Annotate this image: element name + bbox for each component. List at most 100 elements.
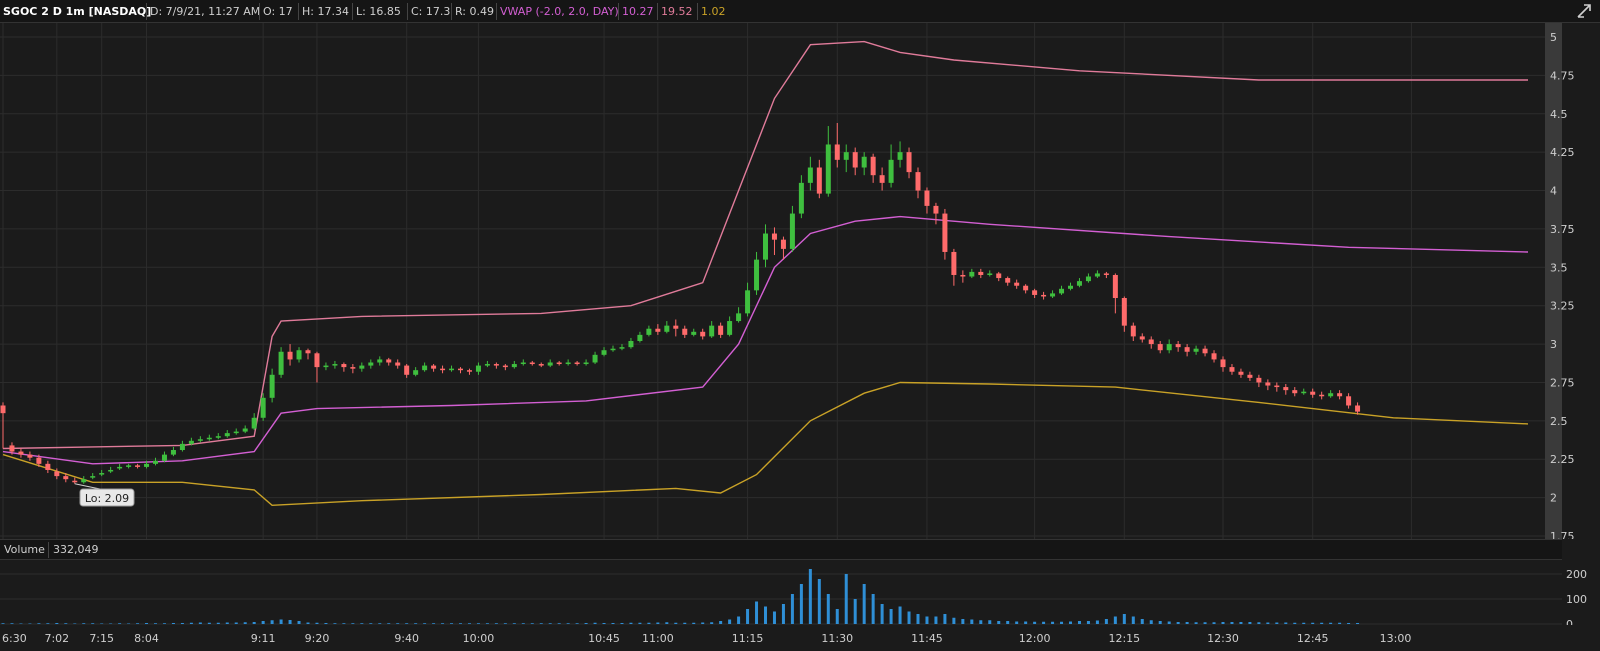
candle-body	[798, 182, 804, 214]
candle-body	[736, 313, 742, 322]
volume-bar	[127, 623, 131, 624]
time-tick-label: 13:00	[1380, 632, 1412, 645]
volume-bar	[557, 623, 561, 624]
volume-bar	[1060, 621, 1064, 624]
symbol-label[interactable]: SGOC 2 D 1m [NASDAQ]	[0, 3, 154, 20]
candle-body	[1130, 325, 1136, 337]
candle-body	[745, 290, 751, 314]
volume-bar	[476, 623, 480, 624]
volume-bar	[360, 623, 364, 624]
candle-body	[269, 374, 275, 398]
volume-bar	[261, 621, 265, 624]
volume-bar	[710, 622, 714, 624]
volume-bar	[1212, 622, 1216, 624]
candle-body	[332, 364, 338, 366]
price-tick-label: 3.25	[1550, 300, 1575, 313]
candle-body	[565, 362, 571, 365]
volume-bar	[450, 623, 454, 624]
candle-body	[1166, 344, 1172, 351]
volume-bar	[252, 622, 256, 624]
volume-bar	[198, 622, 202, 624]
candle-body	[377, 359, 383, 363]
volume-bar	[575, 623, 579, 624]
volume-tick-label: 200	[1566, 568, 1587, 581]
time-tick-label: 11:15	[732, 632, 764, 645]
volume-bar	[109, 623, 113, 624]
volume-chart[interactable]: 200 100 0	[0, 560, 1600, 625]
candle-body	[305, 350, 311, 354]
volume-bar	[602, 623, 606, 624]
volume-bar	[746, 609, 750, 624]
candle-body	[664, 325, 670, 332]
candle-body	[1023, 285, 1029, 291]
volume-bar	[1275, 622, 1279, 624]
volume-bar	[154, 623, 157, 624]
volume-bar	[970, 619, 974, 624]
candle-body	[1050, 293, 1056, 297]
volume-bar	[799, 584, 803, 624]
volume-bar	[1051, 621, 1055, 624]
candle-body	[538, 364, 544, 366]
time-tick-label: 9:11	[251, 632, 276, 645]
expand-icon[interactable]	[1576, 3, 1592, 19]
candle-body	[987, 273, 993, 275]
candle-body	[942, 213, 948, 252]
candle-body	[458, 368, 463, 371]
price-tick-label: 2.5	[1550, 415, 1568, 428]
candle-body	[816, 167, 822, 194]
candle-body	[90, 476, 96, 478]
volume-title[interactable]: Volume	[0, 542, 49, 558]
candle-body	[323, 365, 329, 368]
volume-bar	[216, 622, 220, 624]
candle-body	[197, 439, 203, 441]
candle-body	[556, 362, 562, 365]
volume-bar	[880, 604, 884, 624]
candle-body	[135, 465, 141, 467]
volume-bar	[405, 623, 409, 624]
candle-body	[1103, 273, 1109, 275]
time-tick-label: 10:00	[463, 632, 495, 645]
candle-body	[188, 440, 194, 444]
candle-body	[933, 205, 939, 214]
candle-body	[1005, 278, 1011, 283]
date-readout: D: 7/9/21, 11:27 AM	[146, 3, 263, 20]
candle-body	[224, 433, 230, 437]
vwap-study-label[interactable]: VWAP (-2.0, 2.0, DAY)	[496, 3, 622, 20]
volume-bar	[997, 621, 1001, 624]
volume-bar	[808, 569, 812, 624]
candle-body	[1202, 348, 1208, 354]
candle-body	[1247, 374, 1253, 378]
volume-bar	[270, 620, 274, 624]
volume-bar	[459, 623, 462, 624]
candle-body	[628, 341, 634, 348]
candle-body	[1041, 294, 1047, 297]
candle-body	[466, 370, 472, 372]
candle-body	[260, 397, 266, 418]
volume-bar	[387, 623, 391, 624]
price-chart[interactable]: 5 4.75 4.5 4.25 4 3.75 3.5 3.25 3 2.75 2.5 2.25 2 1.7…	[0, 23, 1600, 539]
candle-body	[529, 362, 535, 365]
time-tick-label: 12:00	[1019, 632, 1051, 645]
volume-bar	[234, 622, 238, 624]
candle-body	[1184, 347, 1190, 352]
volume-bar	[1194, 622, 1198, 624]
candle-body	[1193, 348, 1199, 352]
volume-bar	[988, 620, 992, 624]
candle-body	[960, 274, 966, 277]
volume-bar	[593, 622, 597, 624]
candle-body	[27, 454, 33, 458]
volume-bar	[764, 606, 767, 624]
volume-bar	[64, 623, 68, 624]
candle-body	[350, 367, 356, 369]
volume-bar	[674, 622, 678, 624]
candle-body	[1274, 385, 1280, 388]
candle-body	[233, 431, 239, 434]
candle-body	[870, 156, 876, 176]
candle-body	[673, 325, 679, 329]
volume-bar	[1033, 621, 1037, 624]
volume-bar	[1069, 621, 1072, 624]
candle-body	[754, 259, 760, 291]
volume-bar	[189, 622, 193, 624]
candle-body	[834, 144, 840, 160]
volume-bar	[243, 622, 247, 624]
